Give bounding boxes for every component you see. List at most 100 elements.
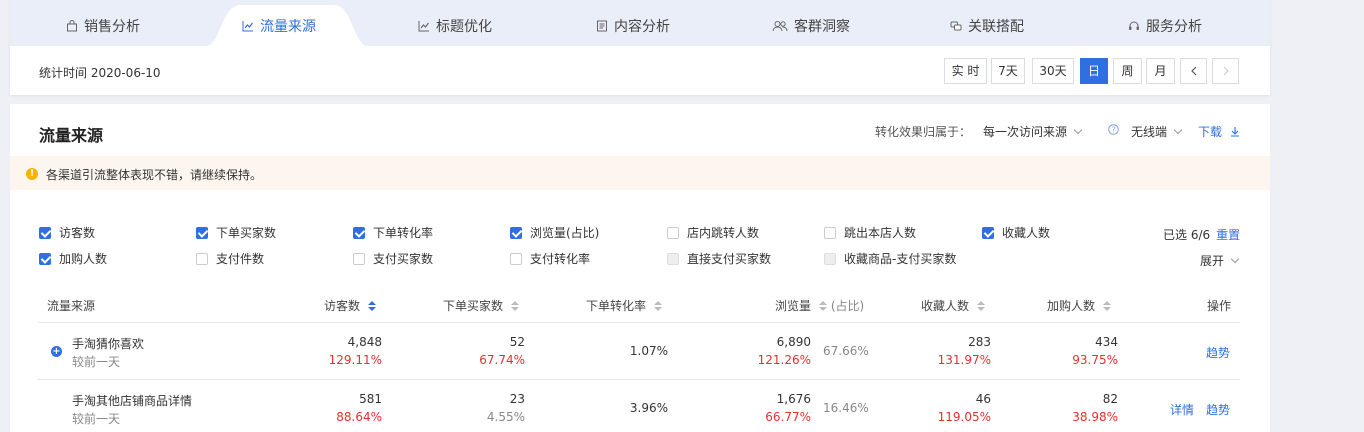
download-button[interactable]: 下载 — [1198, 123, 1240, 140]
pv-share: 67.66% — [823, 344, 869, 358]
section-title: 流量来源 — [39, 126, 104, 145]
header-divider — [38, 322, 1240, 323]
tab-label: 客群洞察 — [794, 19, 850, 35]
attribution-value: 每一次访问来源 — [983, 125, 1068, 139]
col-header-favorites[interactable]: 收藏人数 — [921, 297, 986, 314]
link-icon — [950, 21, 962, 31]
period-7d-button[interactable]: 7天 — [991, 58, 1025, 84]
traffic-source-panel: 流量来源 转化效果归属于： 每一次访问来源 ? 无线端 下载 ! 各渠道引流整体… — [10, 104, 1270, 432]
bag-icon — [67, 20, 77, 32]
pv-share: 16.46% — [823, 401, 869, 415]
tab-sales-analysis[interactable]: 销售分析 — [66, 0, 140, 46]
stat-time: 统计时间 2020-06-10 — [39, 66, 161, 80]
tab-service-analysis[interactable]: 服务分析 — [1128, 0, 1202, 46]
col-header-add-cart[interactable]: 加购人数 — [1047, 297, 1112, 314]
sort-icon — [511, 301, 520, 311]
row-divider — [38, 379, 1240, 380]
tab-traffic-source[interactable]: 流量来源 — [242, 0, 316, 46]
expand-toggle[interactable]: 展开 — [1200, 252, 1240, 269]
trend-link[interactable]: 趋势 — [1206, 401, 1230, 418]
buyers-value: 52 — [509, 335, 525, 349]
trend-link[interactable]: 趋势 — [1206, 344, 1230, 361]
cart-change: 38.98% — [1072, 410, 1118, 424]
col-header-actions: 操作 — [1207, 299, 1232, 313]
favorites-value: 283 — [968, 335, 991, 349]
top-card: 销售分析 流量来源 标题优化 内容分析 客群洞察 关联搭配 服务分析 统计时间 … — [10, 0, 1270, 95]
period-realtime-button[interactable]: 实 时 — [944, 58, 987, 84]
tab-content-analysis[interactable]: 内容分析 — [596, 0, 670, 46]
detail-link[interactable]: 详情 — [1170, 401, 1194, 418]
sort-icon — [819, 301, 828, 311]
buyers-change: 4.55% — [486, 410, 525, 424]
selected-text: 已选 6/6 — [1163, 228, 1211, 242]
pv-share-header: (占比) — [830, 299, 865, 313]
visitors-value: 4,848 — [347, 335, 382, 349]
terminal-dropdown[interactable]: 无线端 — [1131, 123, 1183, 140]
notice-bar: ! 各渠道引流整体表现不错，请继续保持。 — [10, 156, 1270, 190]
notice-text: 各渠道引流整体表现不错，请继续保持。 — [46, 168, 263, 182]
buyers-value: 23 — [509, 392, 525, 406]
trend-icon — [242, 21, 253, 32]
tab-customer-insight[interactable]: 客群洞察 — [772, 0, 850, 46]
period-month-button[interactable]: 月 — [1146, 58, 1175, 84]
download-label: 下载 — [1198, 125, 1223, 139]
reset-link[interactable]: 重置 — [1216, 228, 1240, 242]
download-icon — [1230, 127, 1239, 137]
sort-icon — [654, 301, 663, 311]
col-header-source: 流量来源 — [47, 299, 96, 313]
sort-icon — [368, 301, 377, 311]
period-week-button[interactable]: 周 — [1113, 58, 1142, 84]
compare-label: 较前一天 — [72, 412, 121, 426]
users-icon — [772, 21, 788, 32]
svg-text:?: ? — [1112, 125, 1116, 134]
tab-label: 销售分析 — [84, 19, 140, 35]
chevron-down-icon — [1230, 254, 1240, 264]
cart-value: 82 — [1102, 392, 1118, 406]
expand-row-icon[interactable]: + — [51, 346, 62, 357]
terminal-value: 无线端 — [1131, 125, 1168, 139]
tab-label: 流量来源 — [260, 19, 316, 35]
tab-title-optimization[interactable]: 标题优化 — [418, 0, 492, 46]
next-date-button[interactable] — [1212, 58, 1239, 84]
tab-association[interactable]: 关联搭配 — [950, 0, 1024, 46]
tab-label: 标题优化 — [436, 19, 492, 35]
warning-icon: ! — [26, 168, 38, 180]
help-icon[interactable]: ? — [1108, 123, 1119, 137]
attribution-label: 转化效果归属于： — [875, 125, 972, 139]
buyers-change: 67.74% — [479, 353, 525, 367]
attribution-dropdown[interactable]: 每一次访问来源 — [983, 123, 1083, 140]
visitors-change: 88.64% — [336, 410, 382, 424]
pv-value: 6,890 — [776, 335, 811, 349]
compare-label: 较前一天 — [72, 355, 121, 369]
col-header-visitors[interactable]: 访客数 — [324, 297, 377, 314]
favorites-value: 46 — [975, 392, 991, 406]
period-30d-button[interactable]: 30天 — [1032, 58, 1074, 84]
tab-label: 关联搭配 — [968, 19, 1024, 35]
chevron-left-icon — [1190, 66, 1196, 76]
chevron-down-icon — [1073, 125, 1083, 135]
chevron-down-icon — [1173, 125, 1183, 135]
col-header-pageviews[interactable]: 浏览量 (占比) — [775, 297, 864, 314]
document-icon — [597, 20, 607, 32]
chevron-right-icon — [1223, 66, 1229, 76]
period-day-button[interactable]: 日 — [1080, 58, 1108, 84]
col-header-order-conversion[interactable]: 下单转化率 — [586, 297, 663, 314]
tab-bar: 销售分析 流量来源 标题优化 内容分析 客群洞察 关联搭配 服务分析 — [10, 0, 1270, 46]
sort-icon — [977, 301, 986, 311]
favorites-change: 119.05% — [937, 410, 991, 424]
col-header-order-buyers[interactable]: 下单买家数 — [443, 297, 520, 314]
expand-label: 展开 — [1200, 254, 1225, 268]
cart-value: 434 — [1095, 335, 1118, 349]
conversion-value: 3.96% — [629, 401, 668, 415]
conversion-value: 1.07% — [629, 344, 668, 358]
visitors-change: 129.11% — [328, 353, 382, 367]
pv-change: 66.77% — [765, 410, 811, 424]
visitors-value: 581 — [359, 392, 382, 406]
cart-change: 93.75% — [1072, 353, 1118, 367]
tab-label: 内容分析 — [614, 19, 670, 35]
source-name: 手淘猜你喜欢 — [72, 337, 145, 351]
favorites-change: 131.97% — [937, 353, 991, 367]
prev-date-button[interactable] — [1180, 58, 1207, 84]
source-name: 手淘其他店铺商品详情 — [72, 394, 193, 408]
headset-icon — [1129, 21, 1139, 30]
